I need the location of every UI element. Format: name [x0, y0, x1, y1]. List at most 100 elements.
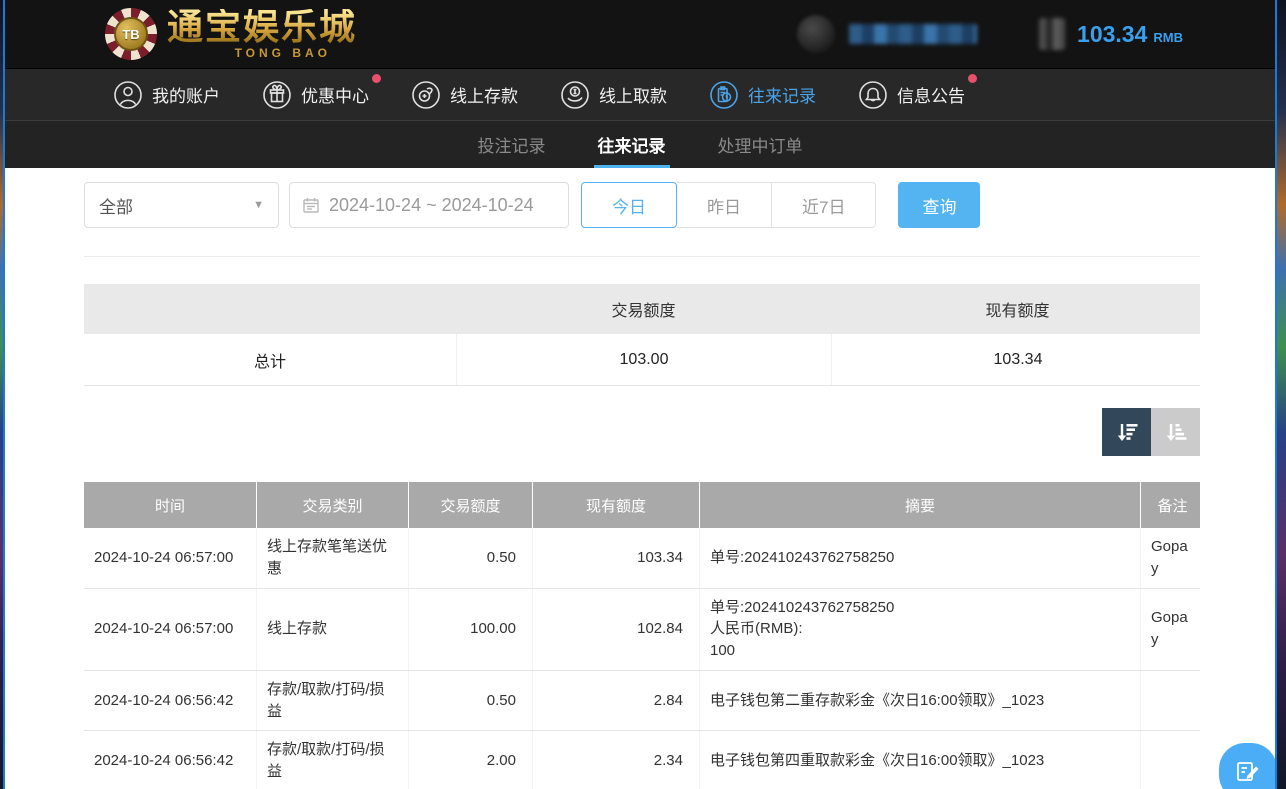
nav-label: 线上存款 [450, 82, 518, 107]
table-row: 2024-10-24 06:56:42 存款/取款/打码/损益 0.50 2.8… [84, 671, 1200, 732]
edit-form-icon [1235, 759, 1261, 785]
nav-item-announcements[interactable]: 信息公告 [858, 80, 965, 110]
quick-date-buttons: 今日 昨日 近7日 [581, 182, 876, 228]
top-header: TB 通宝娱乐城 TONG BAO 103.34 RMB [5, 0, 1275, 68]
casino-chip-icon: TB [105, 8, 157, 60]
user-icon [113, 80, 143, 110]
gift-icon [262, 80, 292, 110]
last7days-button[interactable]: 近7日 [772, 182, 876, 228]
nav-label: 我的账户 [152, 82, 220, 107]
cell-type: 线上存款笔笔送优惠 [256, 528, 408, 588]
records-icon [709, 80, 739, 110]
wallet-icon[interactable] [1039, 18, 1065, 50]
nav-label: 信息公告 [897, 82, 965, 107]
cell-time: 2024-10-24 06:57:00 [84, 589, 256, 670]
cell-summary: 单号:202410243762758250 [699, 528, 1140, 588]
cell-time: 2024-10-24 06:56:42 [84, 731, 256, 789]
col-type: 交易类别 [256, 482, 408, 528]
col-balance: 现有额度 [532, 482, 699, 528]
tab-pending-orders[interactable]: 处理中订单 [714, 121, 807, 168]
summary-header-empty [84, 284, 456, 334]
sort-ascending-button[interactable] [1151, 408, 1200, 456]
brand-title: 通宝娱乐城 [167, 9, 357, 45]
notification-dot [968, 74, 977, 83]
sort-desc-icon [1113, 418, 1141, 446]
cell-balance: 2.84 [532, 671, 699, 731]
col-note: 备注 [1140, 482, 1204, 528]
withdraw-icon [560, 80, 590, 110]
browser-page: TB 通宝娱乐城 TONG BAO 103.34 RMB 我的账户 [3, 0, 1277, 789]
date-range-input[interactable]: 2024-10-24 ~ 2024-10-24 [289, 182, 569, 228]
cell-type: 存款/取款/打码/损益 [256, 731, 408, 789]
cell-time: 2024-10-24 06:56:42 [84, 671, 256, 731]
nav-label: 往来记录 [748, 82, 816, 107]
table-header: 时间 交易类别 交易额度 现有额度 摘要 备注 [84, 482, 1200, 528]
nav-item-records[interactable]: 往来记录 [709, 80, 816, 110]
cell-amount: 0.50 [408, 671, 532, 731]
cell-note: Gopay [1140, 589, 1204, 670]
cell-summary: 电子钱包第四重取款彩金《次日16:00领取》_1023 [699, 731, 1140, 789]
summary-total-label: 总计 [84, 334, 456, 385]
table-row: 2024-10-24 06:56:42 存款/取款/打码/损益 2.00 2.3… [84, 731, 1200, 789]
deposit-icon [411, 80, 441, 110]
bell-icon [858, 80, 888, 110]
cell-note [1140, 671, 1204, 731]
nav-item-deposit[interactable]: 线上存款 [411, 80, 518, 110]
cell-type: 线上存款 [256, 589, 408, 670]
brand-subtitle: TONG BAO [167, 47, 357, 59]
nav-label: 优惠中心 [301, 82, 369, 107]
summary-total-trade: 103.00 [456, 334, 831, 385]
avatar[interactable] [797, 15, 835, 53]
cell-summary: 电子钱包第二重存款彩金《次日16:00领取》_1023 [699, 671, 1140, 731]
tab-bet-records[interactable]: 投注记录 [474, 121, 550, 168]
brand-logo[interactable]: TB 通宝娱乐城 TONG BAO [105, 8, 357, 60]
cell-balance: 2.34 [532, 731, 699, 789]
feedback-button[interactable] [1219, 743, 1277, 789]
date-range-value: 2024-10-24 ~ 2024-10-24 [329, 195, 534, 216]
type-select[interactable]: 全部 ▼ [84, 182, 279, 228]
cell-balance: 103.34 [532, 528, 699, 588]
cell-amount: 0.50 [408, 528, 532, 588]
type-select-value: 全部 [99, 193, 133, 218]
summary-table: 交易额度 现有额度 总计 103.00 103.34 [84, 284, 1200, 386]
balance-amount: 103.34 [1077, 21, 1147, 48]
filter-bar: 全部 ▼ 2024-10-24 ~ 2024-10-24 今日 昨日 近7日 查… [84, 182, 1200, 228]
tab-transaction-records[interactable]: 往来记录 [594, 121, 670, 168]
search-button[interactable]: 查询 [898, 182, 980, 228]
col-time: 时间 [84, 482, 256, 528]
cell-amount: 100.00 [408, 589, 532, 670]
summary-total-balance: 103.34 [831, 334, 1204, 385]
summary-header-trade: 交易额度 [456, 284, 831, 334]
col-summary: 摘要 [699, 482, 1140, 528]
main-content: 全部 ▼ 2024-10-24 ~ 2024-10-24 今日 昨日 近7日 查… [5, 182, 1275, 789]
table-row: 2024-10-24 06:57:00 线上存款笔笔送优惠 0.50 103.3… [84, 528, 1200, 589]
balance-currency: RMB [1153, 30, 1183, 45]
cell-note [1140, 731, 1204, 789]
transactions-table: 时间 交易类别 交易额度 现有额度 摘要 备注 2024-10-24 06:57… [84, 482, 1200, 789]
section-divider [84, 256, 1200, 257]
cell-balance: 102.84 [532, 589, 699, 670]
col-amount: 交易额度 [408, 482, 532, 528]
cell-note: Gopay [1140, 528, 1204, 588]
main-nav: 我的账户 优惠中心 线上存款 [5, 68, 1275, 120]
cell-summary: 单号:202410243762758250 人民币(RMB): 100 [699, 589, 1140, 670]
summary-total-row: 总计 103.00 103.34 [84, 334, 1200, 386]
notification-dot [372, 74, 381, 83]
table-row: 2024-10-24 06:57:00 线上存款 100.00 102.84 单… [84, 589, 1200, 671]
nav-label: 线上取款 [599, 82, 667, 107]
cell-type: 存款/取款/打码/损益 [256, 671, 408, 731]
cell-amount: 2.00 [408, 731, 532, 789]
nav-item-withdraw[interactable]: 线上取款 [560, 80, 667, 110]
record-tabs: 投注记录 往来记录 处理中订单 [5, 120, 1275, 168]
chip-label: TB [114, 17, 148, 51]
nav-item-promotions[interactable]: 优惠中心 [262, 80, 369, 110]
calendar-icon [302, 196, 320, 214]
username-redacted [849, 24, 977, 44]
sort-descending-button[interactable] [1102, 408, 1151, 456]
summary-header-balance: 现有额度 [831, 284, 1204, 334]
sort-asc-icon [1162, 418, 1190, 446]
today-button[interactable]: 今日 [581, 182, 677, 228]
yesterday-button[interactable]: 昨日 [677, 182, 772, 228]
nav-item-my-account[interactable]: 我的账户 [113, 80, 220, 110]
chevron-down-icon: ▼ [253, 199, 264, 211]
